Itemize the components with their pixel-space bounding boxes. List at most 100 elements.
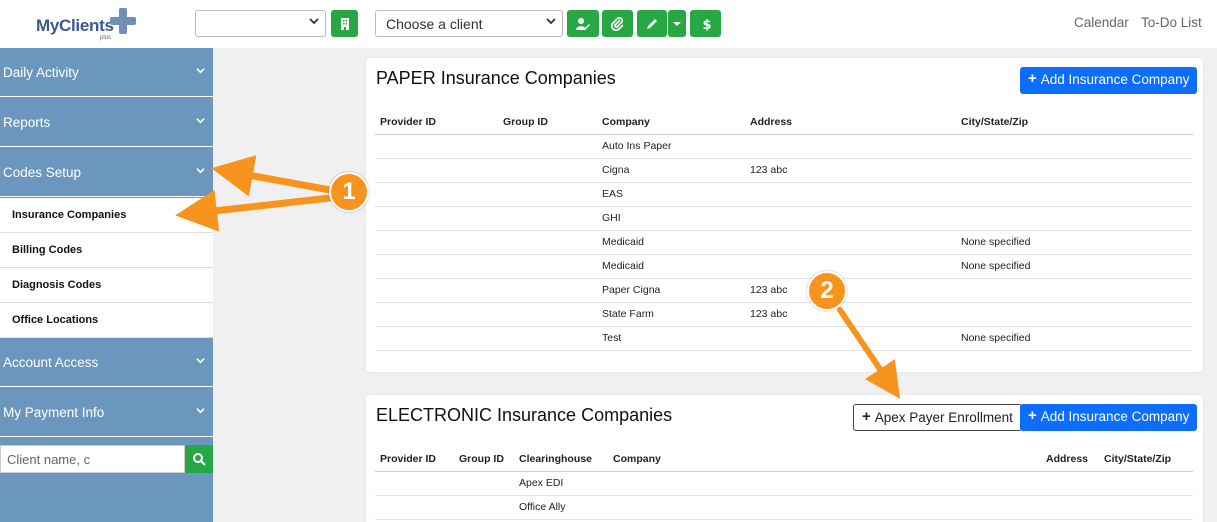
sidebar-item-account-access[interactable]: Account Access — [0, 338, 213, 387]
sidebar-subitem-billing-codes[interactable]: Billing Codes — [0, 233, 213, 268]
electronic-insurance-table: Provider ID Group ID Clearinghouse Compa… — [375, 447, 1193, 520]
table-cell — [375, 206, 498, 231]
chevron-down-icon — [196, 358, 205, 364]
svg-text:$: $ — [702, 18, 711, 31]
sidebar-item-label: My Payment Info — [3, 405, 105, 420]
add-electronic-insurance-button[interactable]: + Add Insurance Company — [1020, 404, 1198, 431]
sidebar-item-codes-setup[interactable]: Codes Setup — [0, 148, 213, 197]
client-search: Client name, c — [0, 445, 213, 473]
sidebar-subitem-insurance-companies[interactable]: Insurance Companies — [0, 198, 213, 233]
column-header[interactable]: Provider ID — [375, 110, 498, 135]
table-row[interactable]: Paper Cigna 123 abc — [375, 278, 1193, 303]
column-header[interactable]: Clearinghouse — [514, 447, 608, 472]
table-cell — [745, 254, 956, 279]
caret-down-icon — [673, 21, 681, 26]
table-row[interactable]: EAS — [375, 182, 1193, 207]
table-cell — [745, 326, 956, 351]
table-cell: Medicaid — [597, 254, 745, 279]
dollar-icon: $ — [702, 18, 711, 31]
location-select[interactable] — [195, 10, 326, 37]
building-icon — [340, 17, 349, 30]
table-row[interactable]: State Farm 123 abc — [375, 302, 1193, 327]
table-cell — [956, 206, 1193, 231]
column-header[interactable]: Provider ID — [375, 447, 454, 472]
sidebar-subitem-label: Diagnosis Codes — [12, 279, 102, 291]
table-cell — [745, 230, 956, 255]
table-cell — [498, 134, 597, 159]
client-search-input[interactable]: Client name, c — [0, 445, 185, 473]
table-row[interactable]: Test None specified — [375, 326, 1193, 351]
table-cell — [454, 471, 514, 496]
paper-insurance-table: Provider ID Group ID Company Address Cit… — [375, 110, 1193, 351]
table-cell — [498, 158, 597, 183]
sidebar-subitem-diagnosis-codes[interactable]: Diagnosis Codes — [0, 268, 213, 303]
sidebar-item-label: Reports — [3, 115, 51, 130]
paper-insurance-card: PAPER Insurance Companies + Add Insuranc… — [366, 58, 1203, 372]
table-cell: None specified — [956, 230, 1193, 255]
plus-icon: + — [862, 408, 871, 425]
table-cell: None specified — [956, 326, 1193, 351]
top-bar: MyClients plus Choose a client $ Calenda… — [0, 0, 1217, 48]
building-button[interactable] — [331, 10, 358, 37]
table-cell — [608, 495, 1041, 520]
sidebar-item-label: Account Access — [3, 355, 99, 370]
table-cell: Medicaid — [597, 230, 745, 255]
billing-button[interactable]: $ — [690, 10, 721, 37]
logo[interactable]: MyClients plus — [36, 8, 146, 44]
table-cell: 123 abc — [745, 158, 956, 183]
table-cell: Test — [597, 326, 745, 351]
logo-plus-icon — [110, 8, 136, 34]
table-row[interactable]: Cigna 123 abc — [375, 158, 1193, 183]
logo-text: MyClients — [36, 16, 114, 35]
sidebar-item-label: Daily Activity — [3, 65, 79, 80]
table-cell — [498, 254, 597, 279]
add-paper-insurance-button[interactable]: + Add Insurance Company — [1020, 67, 1198, 94]
table-cell — [375, 134, 498, 159]
column-header[interactable]: Company — [608, 447, 1041, 472]
edit-dropdown-button[interactable] — [668, 10, 686, 37]
edit-button[interactable] — [637, 10, 667, 37]
calendar-link[interactable]: Calendar — [1074, 15, 1129, 30]
sidebar-item-reports[interactable]: Reports — [0, 98, 213, 147]
table-cell — [375, 158, 498, 183]
table-row[interactable]: Auto Ins Paper — [375, 134, 1193, 159]
table-cell — [375, 495, 454, 520]
table-header-row: Provider ID Group ID Company Address Cit… — [375, 110, 1193, 135]
table-cell — [956, 158, 1193, 183]
table-row[interactable]: Apex EDI — [375, 471, 1193, 496]
column-header[interactable]: Group ID — [454, 447, 514, 472]
client-info-button[interactable] — [567, 10, 599, 37]
attachment-button[interactable] — [602, 10, 633, 37]
search-button[interactable] — [185, 445, 213, 473]
client-select[interactable]: Choose a client — [375, 10, 563, 37]
column-header[interactable]: Address — [1041, 447, 1099, 472]
paperclip-icon — [610, 16, 624, 31]
sidebar-item-daily-activity[interactable]: Daily Activity — [0, 48, 213, 97]
table-cell — [1099, 495, 1193, 520]
chevron-down-icon — [196, 68, 205, 74]
table-cell — [375, 278, 498, 303]
search-icon — [193, 453, 206, 466]
table-cell: 123 abc — [745, 278, 956, 303]
chevron-down-icon — [196, 408, 205, 414]
column-header[interactable]: Address — [745, 110, 956, 135]
column-header[interactable]: Company — [597, 110, 745, 135]
sidebar-subitem-office-locations[interactable]: Office Locations — [0, 303, 213, 338]
table-row[interactable]: Office Ally — [375, 495, 1193, 520]
apex-payer-enrollment-button[interactable]: + Apex Payer Enrollment — [853, 404, 1022, 431]
table-cell — [498, 278, 597, 303]
electronic-card-title: ELECTRONIC Insurance Companies — [376, 405, 673, 425]
table-cell — [1099, 471, 1193, 496]
todo-list-link[interactable]: To-Do List — [1141, 15, 1202, 30]
table-cell — [956, 302, 1193, 327]
table-row[interactable]: Medicaid None specified — [375, 254, 1193, 279]
column-header[interactable]: City/State/Zip — [956, 110, 1193, 135]
column-header[interactable]: Group ID — [498, 110, 597, 135]
table-row[interactable]: GHI — [375, 206, 1193, 231]
column-header[interactable]: City/State/Zip — [1099, 447, 1193, 472]
table-cell — [956, 182, 1193, 207]
table-cell — [375, 302, 498, 327]
table-cell — [498, 230, 597, 255]
sidebar-item-my-payment-info[interactable]: My Payment Info — [0, 388, 213, 437]
table-row[interactable]: Medicaid None specified — [375, 230, 1193, 255]
